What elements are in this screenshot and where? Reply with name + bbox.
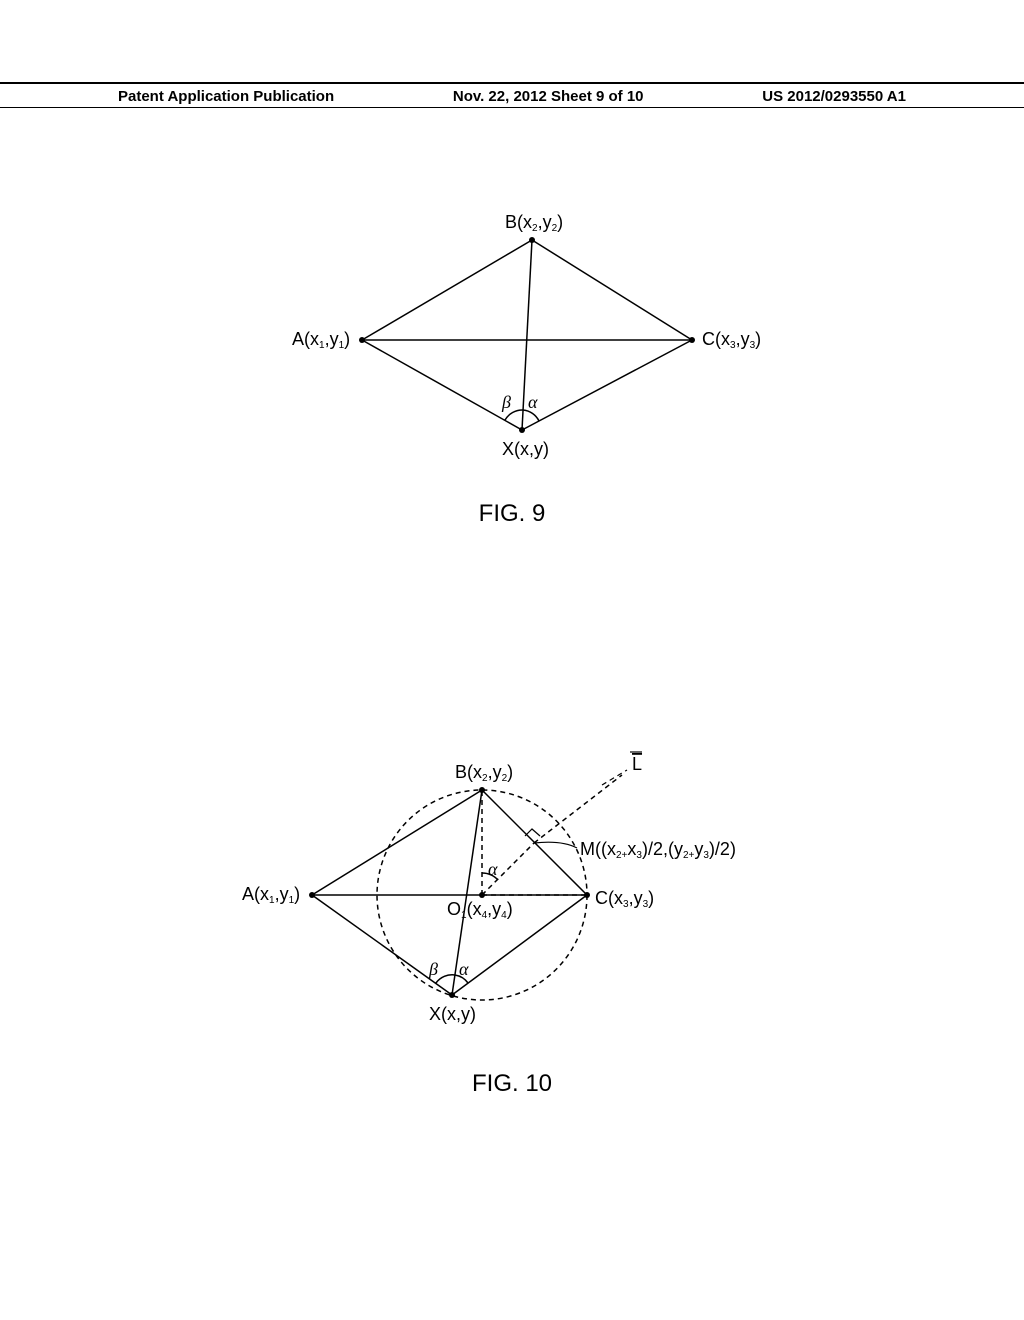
angle-arc-beta-X (436, 975, 455, 983)
label-beta-X: β (428, 959, 438, 979)
line-ML (534, 775, 622, 843)
leader-M (534, 842, 577, 848)
figure-10-container: A(x1,y1) B(x2,y2) C(x3,y3) X(x,y) O1(x4,… (0, 720, 1024, 1098)
line-AB (312, 790, 482, 895)
point-X (449, 992, 455, 998)
page-header: Patent Application Publication Nov. 22, … (0, 82, 1024, 108)
label-X: X(x,y) (429, 1004, 476, 1024)
label-L: L (632, 754, 642, 774)
label-alpha: α (528, 392, 538, 412)
label-X: X(x,y) (502, 439, 549, 459)
line-AX (312, 895, 452, 995)
figure-9-diagram: A(x1,y1) B(x2,y2) C(x3,y3) X(x,y) β α (232, 200, 792, 490)
label-O1: O1(x4,y4) (447, 899, 513, 921)
figure-10-caption: FIG. 10 (0, 1070, 1024, 1098)
label-alpha-O1: α (488, 859, 498, 879)
label-beta: β (501, 392, 511, 412)
line-BC (532, 240, 692, 340)
point-C (689, 337, 695, 343)
point-B (529, 237, 535, 243)
figure-10-diagram: A(x1,y1) B(x2,y2) C(x3,y3) X(x,y) O1(x4,… (182, 720, 842, 1060)
figure-9-caption: FIG. 9 (0, 500, 1024, 528)
line-AX (362, 340, 522, 430)
point-X (519, 427, 525, 433)
leader-L (602, 770, 627, 785)
label-M: M((x2+x3)/2,(y2+y3)/2) (580, 839, 736, 861)
point-B (479, 787, 485, 793)
label-alpha-X: α (459, 959, 469, 979)
label-C: C(x3,y3) (595, 888, 654, 910)
header-right: US 2012/0293550 A1 (762, 88, 906, 105)
point-O1 (479, 892, 485, 898)
label-A: A(x1,y1) (292, 329, 350, 351)
header-left: Patent Application Publication (118, 88, 334, 105)
header-center: Nov. 22, 2012 Sheet 9 of 10 (453, 88, 644, 105)
line-AB (362, 240, 532, 340)
label-A: A(x1,y1) (242, 884, 300, 906)
label-B: B(x2,y2) (455, 762, 513, 784)
label-C: C(x3,y3) (702, 329, 761, 351)
point-A (309, 892, 315, 898)
figure-9-container: A(x1,y1) B(x2,y2) C(x3,y3) X(x,y) β α FI… (0, 200, 1024, 528)
label-B: B(x2,y2) (505, 212, 563, 234)
point-A (359, 337, 365, 343)
line-CX (522, 340, 692, 430)
point-C (584, 892, 590, 898)
